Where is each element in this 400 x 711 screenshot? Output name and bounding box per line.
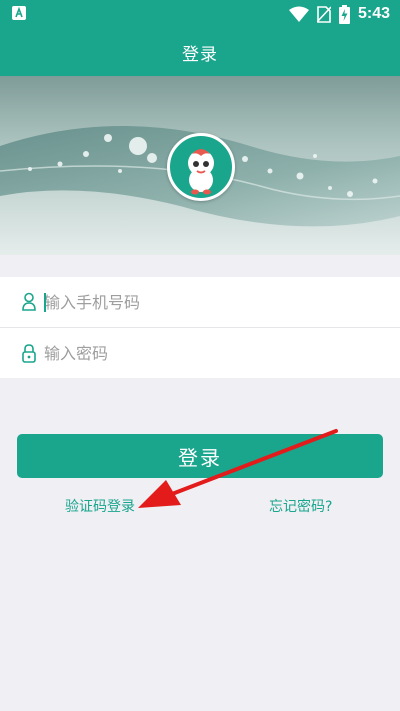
phone-input[interactable]	[44, 277, 374, 327]
phone-row	[0, 277, 400, 327]
notification-a-icon	[12, 6, 26, 20]
battery-charging-icon	[338, 4, 350, 24]
user-icon	[22, 292, 36, 311]
mascot-icon	[188, 149, 214, 195]
code-login-link[interactable]: 验证码登录	[65, 496, 135, 516]
wifi-icon	[288, 6, 309, 22]
avatar	[167, 133, 235, 201]
text-cursor	[44, 293, 46, 312]
status-bar: 5:43	[0, 0, 400, 28]
forgot-password-link[interactable]: 忘记密码?	[269, 496, 332, 516]
no-sim-icon	[316, 5, 331, 23]
app-bar: 登录	[0, 28, 400, 76]
page-title: 登录	[182, 44, 218, 65]
login-button[interactable]: 登录	[17, 434, 383, 478]
lock-icon	[22, 344, 36, 363]
password-row	[0, 327, 400, 378]
password-input[interactable]	[44, 328, 374, 378]
status-time: 5:43	[357, 5, 390, 22]
login-form	[0, 277, 400, 378]
